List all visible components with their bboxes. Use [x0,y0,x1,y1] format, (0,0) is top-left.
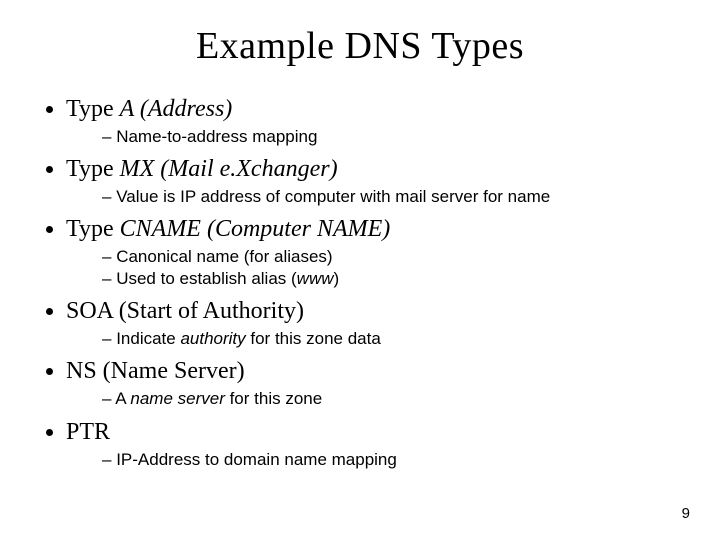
sub-list: Name-to-address mapping [66,126,680,148]
sub-list: A name server for this zone [66,388,680,410]
page-number: 9 [682,505,690,522]
sub-pre: Indicate [116,329,180,348]
item-text-pre: NS (Name Server) [66,358,245,384]
sub-list: IP-Address to domain name mapping [66,449,680,471]
list-item: Type MX (Mail e.Xchanger) Value is IP ad… [66,154,680,208]
sub-item: A name server for this zone [102,388,680,410]
sub-item: Used to establish alias (www) [102,268,680,290]
sub-list: Value is IP address of computer with mai… [66,186,680,208]
sub-item: Canonical name (for aliases) [102,246,680,268]
list-item: PTR IP-Address to domain name mapping [66,417,680,471]
sub-post: for this zone [225,389,322,408]
item-text-pre: PTR [66,419,110,445]
list-item: Type CNAME (Computer NAME) Canonical nam… [66,214,680,290]
item-text-pre: SOA (Start of Authority) [66,298,304,324]
list-item: Type A (Address) Name-to-address mapping [66,94,680,148]
item-text-em: MX (Mail e.Xchanger) [120,156,338,182]
item-text-em: CNAME (Computer NAME) [120,216,391,242]
slide: Example DNS Types Type A (Address) Name-… [0,0,720,540]
sub-em: name server [130,389,224,408]
list-item: NS (Name Server) A name server for this … [66,356,680,410]
sub-pre: Used to establish alias ( [116,269,296,288]
list-item: SOA (Start of Authority) Indicate author… [66,296,680,350]
sub-item: Name-to-address mapping [102,126,680,148]
sub-item: Indicate authority for this zone data [102,328,680,350]
sub-list: Indicate authority for this zone data [66,328,680,350]
sub-pre: A [115,389,130,408]
item-text-pre: Type [66,216,120,242]
item-text-pre: Type [66,96,120,122]
item-text-pre: Type [66,156,120,182]
item-text-em: A (Address) [120,96,233,122]
sub-pre: Canonical name (for aliases) [116,247,332,266]
sub-item: IP-Address to domain name mapping [102,449,680,471]
sub-em: authority [180,329,245,348]
sub-pre: Value is IP address of computer with mai… [116,187,550,206]
sub-item: Value is IP address of computer with mai… [102,186,680,208]
sub-pre: Name-to-address mapping [116,127,317,146]
sub-post: for this zone data [246,329,381,348]
slide-title: Example DNS Types [40,24,680,68]
sub-em: www [297,269,334,288]
sub-pre: IP-Address to domain name mapping [116,450,397,469]
sub-post: ) [334,269,340,288]
sub-list: Canonical name (for aliases) Used to est… [66,246,680,290]
bullet-list: Type A (Address) Name-to-address mapping… [40,94,680,471]
